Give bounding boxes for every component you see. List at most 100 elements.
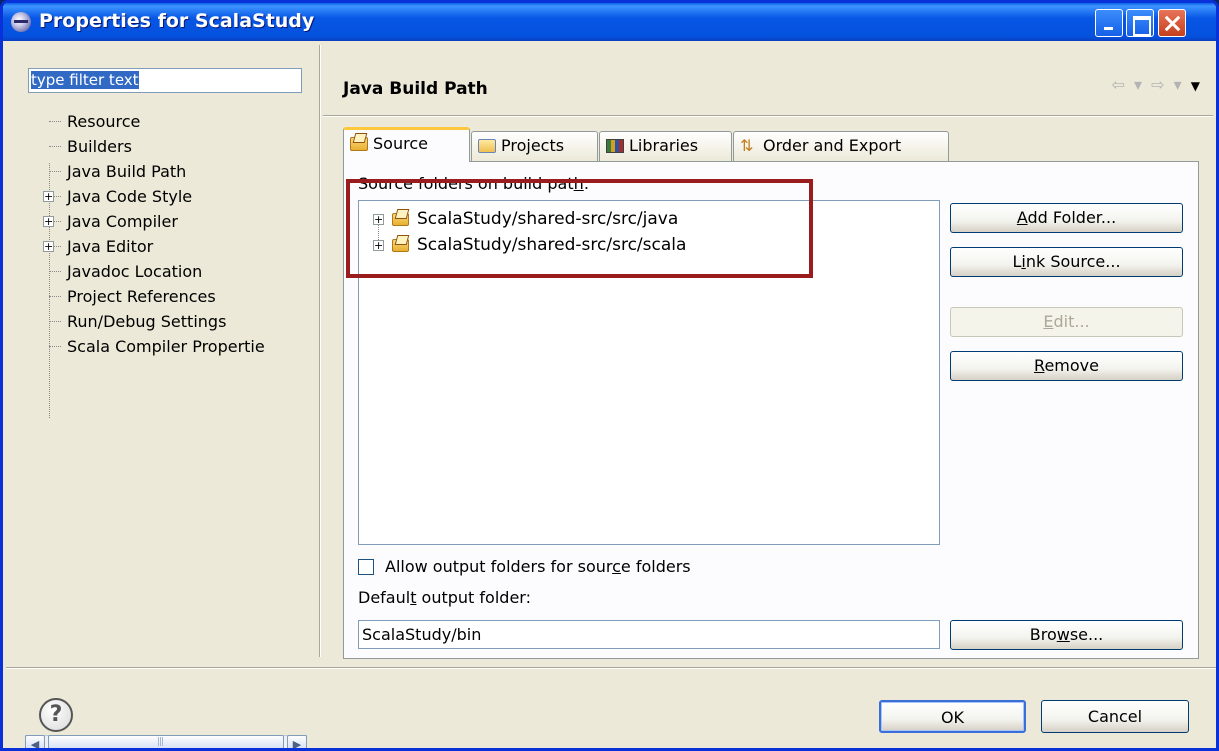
tree-item-label: Java Build Path	[65, 161, 189, 182]
tree-item-project-references[interactable]: Project References	[28, 284, 313, 309]
footer-divider	[6, 667, 1216, 669]
mnemonic: R	[1034, 356, 1045, 375]
forward-arrow-icon[interactable]: ⇨	[1151, 75, 1166, 94]
link-source-button[interactable]: Link Source...	[950, 247, 1183, 277]
tree-item-scala-compiler-properties[interactable]: Scala Compiler Propertie	[28, 334, 313, 359]
tree-connector	[49, 296, 61, 297]
order-export-icon	[740, 132, 758, 160]
tab-libraries[interactable]: Libraries	[599, 131, 732, 161]
close-button[interactable]	[1158, 9, 1186, 37]
expand-plus-icon[interactable]: +	[43, 191, 54, 202]
source-folder-item[interactable]: + ScalaStudy/shared-src/src/java	[359, 206, 678, 232]
tree-item-run-debug-settings[interactable]: Run/Debug Settings	[28, 309, 313, 334]
tab-order-and-export[interactable]: Order and Export	[733, 131, 949, 161]
label-text: e folders	[620, 557, 691, 576]
tree-connector	[49, 121, 61, 122]
tree-horizontal-scrollbar[interactable]: ◀ ▶	[25, 735, 307, 748]
tree-item-javadoc-location[interactable]: Javadoc Location	[28, 259, 313, 284]
tree-item-resource[interactable]: Resource	[28, 109, 313, 134]
tree-item-label: Resource	[67, 112, 141, 131]
back-arrow-icon[interactable]: ⇦	[1112, 75, 1127, 94]
tree-connector	[49, 146, 61, 147]
navigation-pane: type filter text Resource Builders Java …	[18, 57, 313, 667]
source-folders-label: Source folders on build path:	[358, 174, 589, 193]
scrollbar-thumb[interactable]	[48, 735, 284, 748]
header-divider	[323, 115, 1213, 117]
checkbox-label: Allow output folders for source folders	[385, 556, 691, 578]
button-label: emove	[1044, 356, 1099, 375]
tree-item-builders[interactable]: Builders	[28, 134, 313, 159]
default-output-folder-label: Default output folder:	[358, 588, 531, 607]
label-text: Source folders on build pat	[358, 174, 574, 193]
expand-plus-icon[interactable]: +	[373, 214, 384, 225]
source-folder-icon	[350, 137, 368, 151]
button-label: dd Folder...	[1027, 208, 1117, 227]
mnemonic: A	[1016, 208, 1028, 227]
tree-item-label: Run/Debug Settings	[67, 312, 227, 331]
tree-item-label: Java Compiler	[67, 212, 178, 231]
properties-dialog: Properties for ScalaStudy type filter te…	[0, 0, 1219, 751]
tree-item-label: Builders	[67, 137, 132, 156]
tab-label: Libraries	[629, 136, 699, 155]
tree-item-label: Javadoc Location	[67, 262, 203, 281]
mnemonic: E	[1043, 312, 1054, 331]
eclipse-icon	[11, 12, 31, 32]
tab-projects[interactable]: Projects	[471, 131, 598, 161]
page-title: Java Build Path	[343, 79, 488, 99]
tab-label: Order and Export	[763, 136, 902, 155]
tree-connector	[49, 171, 61, 172]
dropdown-small-icon[interactable]: ▾	[1134, 75, 1144, 94]
minimize-button[interactable]	[1095, 9, 1123, 37]
source-folder-item[interactable]: + ScalaStudy/shared-src/src/scala	[359, 232, 686, 258]
property-tree: Resource Builders Java Build Path + Java…	[28, 109, 313, 418]
add-folder-button[interactable]: Add Folder...	[950, 203, 1183, 233]
label-text: :	[583, 174, 590, 193]
allow-output-folders-checkbox[interactable]	[358, 559, 374, 575]
button-label: dit...	[1053, 312, 1090, 331]
title-bar[interactable]: Properties for ScalaStudy	[3, 3, 1216, 41]
filter-input-text: type filter text	[31, 71, 139, 89]
tree-item-java-compiler[interactable]: + Java Compiler	[28, 209, 313, 234]
tree-item-java-code-style[interactable]: + Java Code Style	[28, 184, 313, 209]
expand-plus-icon[interactable]: +	[373, 240, 384, 251]
edit-button[interactable]: Edit...	[950, 307, 1183, 337]
dropdown-small-icon[interactable]: ▾	[1174, 75, 1184, 94]
filter-input[interactable]: type filter text	[28, 68, 302, 93]
tab-label: Projects	[501, 136, 565, 155]
browse-button[interactable]: Browse...	[950, 620, 1183, 650]
expand-plus-icon[interactable]: +	[43, 241, 54, 252]
source-folders-tree[interactable]: + ScalaStudy/shared-src/src/java + Scala…	[358, 200, 940, 545]
tree-item-label: Java Code Style	[67, 187, 193, 206]
label-text: output folder:	[416, 588, 531, 607]
ok-button[interactable]: OK	[879, 700, 1026, 733]
help-icon[interactable]: ?	[39, 698, 73, 732]
remove-button[interactable]: Remove	[950, 351, 1183, 381]
view-menu-icon[interactable]: ▼	[1191, 79, 1202, 93]
tree-item-label: Project References	[67, 287, 216, 306]
tree-item-label: Java Editor	[67, 237, 154, 256]
page-navigation: ⇦ ▾ ⇨ ▾ ▼	[1112, 75, 1202, 94]
scroll-right-arrow-icon[interactable]: ▶	[287, 735, 307, 748]
cancel-button[interactable]: Cancel	[1041, 700, 1189, 733]
tab-source[interactable]: Source	[343, 127, 470, 162]
window-title: Properties for ScalaStudy	[39, 10, 315, 32]
tree-item-label: Scala Compiler Propertie	[67, 337, 265, 356]
mnemonic: c	[612, 557, 621, 576]
tab-label: Source	[373, 134, 428, 153]
source-folder-icon	[392, 239, 409, 252]
tree-connector	[49, 346, 61, 347]
source-tab-panel: Source folders on build path: + ScalaStu…	[343, 161, 1199, 659]
maximize-button[interactable]	[1126, 9, 1154, 37]
tree-item-java-editor[interactable]: + Java Editor	[28, 234, 313, 259]
scroll-left-arrow-icon[interactable]: ◀	[25, 735, 45, 748]
libraries-icon	[606, 139, 624, 153]
expand-plus-icon[interactable]: +	[43, 216, 54, 227]
tree-connector	[49, 271, 61, 272]
source-folder-label: ScalaStudy/shared-src/src/java	[417, 209, 679, 229]
tree-item-java-build-path[interactable]: Java Build Path	[28, 159, 313, 184]
button-label: Bro	[1029, 625, 1057, 644]
label-text: Defaul	[358, 588, 411, 607]
default-output-folder-field[interactable]: ScalaStudy/bin	[358, 620, 940, 649]
project-folder-icon	[478, 139, 496, 153]
pane-divider[interactable]	[319, 45, 321, 657]
